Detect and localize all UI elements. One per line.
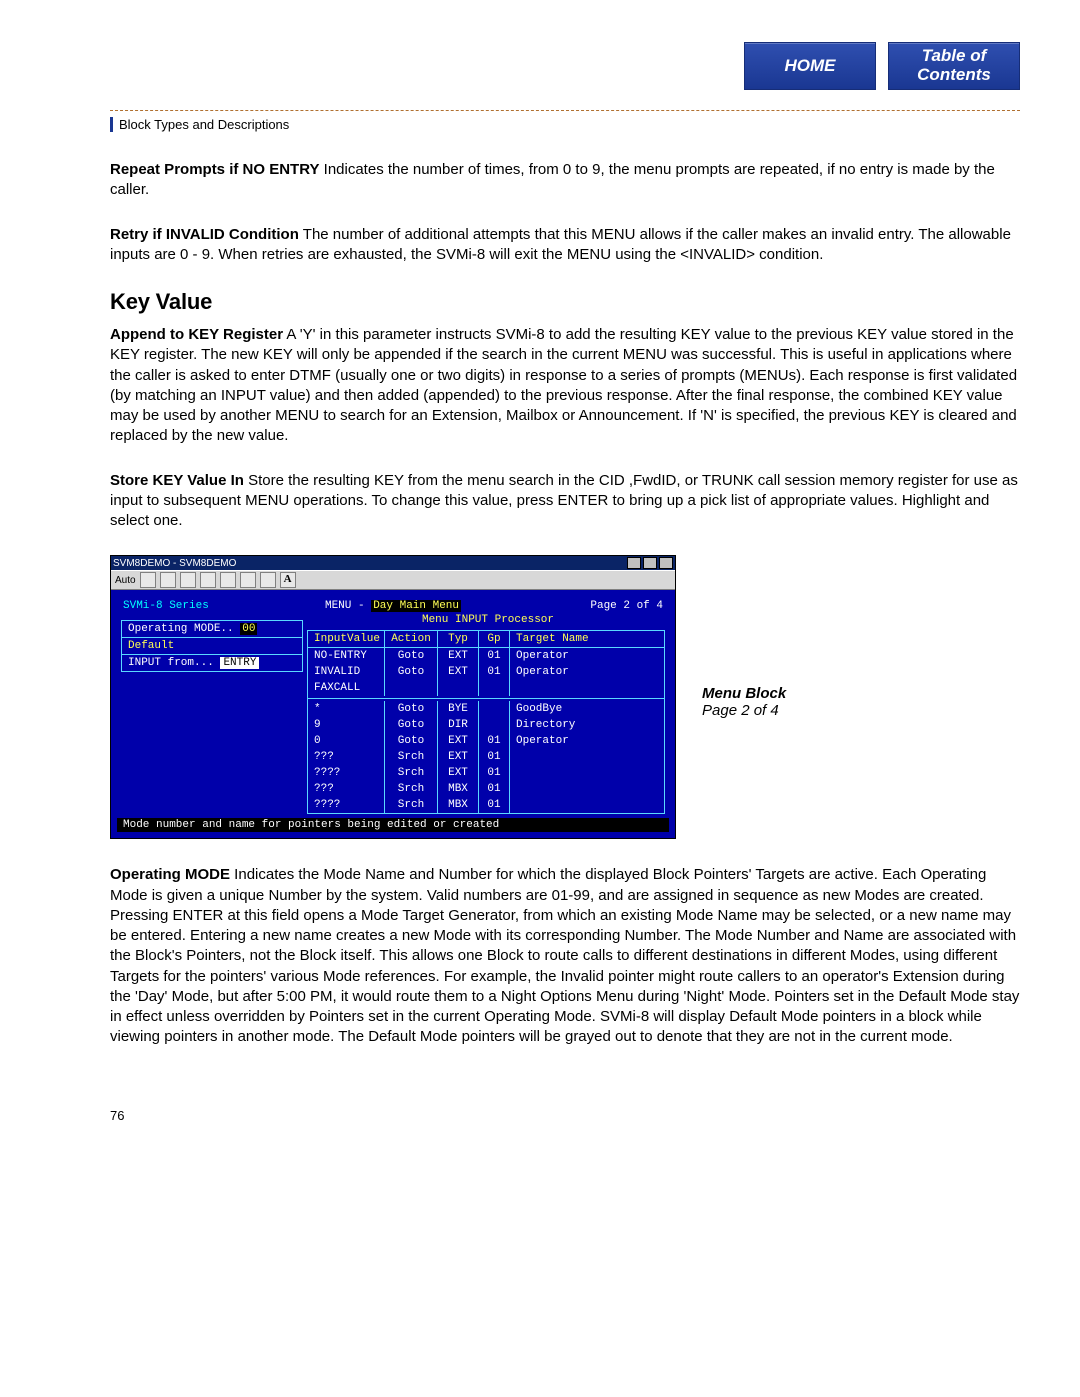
table-row: FAXCALL xyxy=(308,680,664,696)
table-row: INVALIDGotoEXT01Operator xyxy=(308,664,664,680)
col-gp: Gp xyxy=(479,631,510,647)
para-store-key: Store KEY Value In Store the resulting K… xyxy=(110,471,1020,532)
toolbar: Auto A xyxy=(111,570,675,590)
para-append-key: Append to KEY Register A 'Y' in this par… xyxy=(110,325,1020,447)
toc-label: Table ofContents xyxy=(917,47,991,84)
tool-icon: A xyxy=(280,572,296,588)
window-controls xyxy=(627,557,673,569)
col-action: Action xyxy=(385,631,438,647)
maximize-icon xyxy=(643,557,657,569)
table-row: ????SrchMBX01 xyxy=(308,797,664,813)
home-button[interactable]: HOME xyxy=(744,42,876,90)
col-inputvalue: InputValue xyxy=(308,631,385,647)
side-panel: Operating MODE.. 00 Default INPUT from..… xyxy=(121,620,303,672)
window-title: SVM8DEMO - SVM8DEMO xyxy=(113,558,236,569)
table-row: *GotoBYEGoodBye xyxy=(308,701,664,717)
table-row: ????SrchEXT01 xyxy=(308,765,664,781)
toolbar-auto-label: Auto xyxy=(115,575,136,586)
input-grid: InputValue Action Typ Gp Target Name NO-… xyxy=(307,630,665,814)
page-number: 76 xyxy=(110,1108,1020,1123)
close-icon xyxy=(659,557,673,569)
para-repeat-prompts: Repeat Prompts if NO ENTRY Indicates the… xyxy=(110,160,1020,201)
minimize-icon xyxy=(627,557,641,569)
table-row: 0GotoEXT01Operator xyxy=(308,733,664,749)
table-row: ???SrchEXT01 xyxy=(308,749,664,765)
heading-key-value: Key Value xyxy=(110,289,1020,315)
terminal-header: SVMi-8 Series MENU - Day Main Menu Page … xyxy=(117,596,669,616)
operating-mode-row: Operating MODE.. 00 xyxy=(122,621,302,638)
series-label: SVMi-8 Series xyxy=(123,600,303,612)
menu-input-processor-label: Menu INPUT Processor xyxy=(307,614,669,626)
figure-caption: Menu Block Page 2 of 4 xyxy=(702,685,786,719)
tool-icon xyxy=(200,572,216,588)
terminal-screenshot: SVM8DEMO - SVM8DEMO Auto A SVMi-8 Series… xyxy=(110,555,676,839)
para-retry-invalid: Retry if INVALID Condition The number of… xyxy=(110,225,1020,266)
divider xyxy=(110,110,1020,111)
table-row: 9GotoDIRDirectory xyxy=(308,717,664,733)
menu-title: MENU - Day Main Menu xyxy=(303,600,483,612)
figure-caption-title: Menu Block xyxy=(702,685,786,702)
window-titlebar: SVM8DEMO - SVM8DEMO xyxy=(111,556,675,570)
tool-icon xyxy=(140,572,156,588)
tool-icon xyxy=(180,572,196,588)
input-from-row: INPUT from... ENTRY xyxy=(122,655,302,671)
status-line: Mode number and name for pointers being … xyxy=(117,818,669,832)
section-label: Block Types and Descriptions xyxy=(110,117,1020,132)
col-target: Target Name xyxy=(510,631,664,647)
default-row: Default xyxy=(122,638,302,655)
tool-icon xyxy=(220,572,236,588)
toc-button[interactable]: Table ofContents xyxy=(888,42,1020,90)
table-row: NO-ENTRYGotoEXT01Operator xyxy=(308,648,664,664)
col-typ: Typ xyxy=(438,631,479,647)
para-operating-mode: Operating MODE Indicates the Mode Name a… xyxy=(110,865,1020,1047)
tool-icon xyxy=(260,572,276,588)
tool-icon xyxy=(160,572,176,588)
table-row: ???SrchMBX01 xyxy=(308,781,664,797)
tool-icon xyxy=(240,572,256,588)
home-label: HOME xyxy=(785,57,836,76)
page-indicator: Page 2 of 4 xyxy=(483,600,663,612)
figure-caption-sub: Page 2 of 4 xyxy=(702,702,786,719)
